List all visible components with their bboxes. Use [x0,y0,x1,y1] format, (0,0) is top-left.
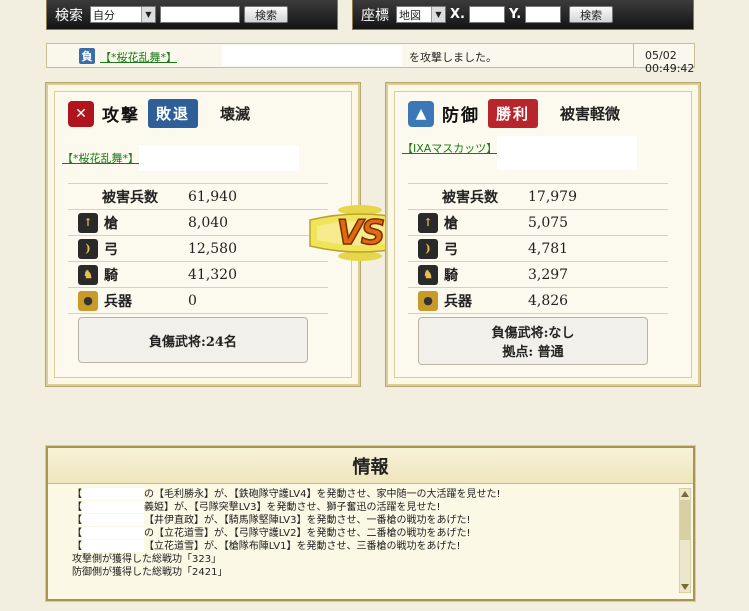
attacker-wounded: 負傷武将:24名 [149,334,237,350]
coord-search-button[interactable]: 検索 [569,6,614,23]
attacker-alliance-link[interactable]: 【*桜花乱舞*】 [62,150,139,166]
redacted-name [82,527,144,539]
info-line: 【義姫】が、【弓隊突撃LV3】を発動させ、獅子奮迅の活躍を見せた! [72,501,441,513]
unit-row-cavalry: ♞ 騎 3,297 [408,262,668,288]
info-body: 【の【毛利勝永】が、【鉄砲隊守護LV4】を発動させ、家中随一の大活躍を見せた! … [72,488,685,595]
attacker-merit: 攻撃側が獲得した総戦功「323」 [72,554,222,565]
attacker-result: 壊滅 [220,105,251,123]
coordinate-bar: 座標 地図 ▼ X. Y. 検索 [352,0,694,30]
search-input[interactable] [160,6,240,23]
defender-header: ▲ 防御 勝利 被害軽微 [408,99,620,128]
siege-weapon-icon: ● [418,290,438,311]
spear-icon: ↑ [418,212,438,233]
crossed-swords-icon: ✕ [68,100,94,127]
unit-row-bow: ) 弓 12,580 [68,236,328,262]
casualties-label: 被害兵数 [442,189,498,206]
defender-result: 被害軽微 [560,105,621,123]
horse-icon: ♞ [78,264,98,285]
defender-alliance-link[interactable]: 【IXAマスカッツ】 [402,140,497,156]
casualties-value: 17,979 [528,188,577,205]
attacker-alliance-link[interactable]: 【*桜花乱舞*】 [100,49,177,65]
defender-wounded-box: 負傷武将:なし 拠点: 普通 [418,317,648,365]
unit-row-cavalry: ♞ 騎 41,320 [68,262,328,288]
redacted-name [82,540,144,552]
defender-base-status: 拠点: 普通 [502,345,564,360]
casualties-label: 被害兵数 [102,189,158,206]
redacted-name [82,514,144,526]
horse-icon: ♞ [418,264,438,285]
log-message: を攻撃しました。 [409,51,497,64]
unit-row-spear: ↑ 槍 5,075 [408,210,668,236]
redacted-name [222,45,402,66]
info-line: 【の【毛利勝永】が、【鉄砲隊守護LV4】を発動させ、家中随一の大活躍を見せた! [72,488,501,500]
vs-label: VS [336,212,386,254]
defender-stats: 被害兵数 17,979 ↑ 槍 5,075 ) 弓 4,781 ♞ 騎 3,297 ●… [408,183,668,314]
chevron-down-icon: ▼ [431,7,445,22]
attacker-wounded-box: 負傷武将:24名 [78,317,308,363]
info-line: 【【井伊直政】が、【騎馬隊堅陣LV3】を発動させ、一番槍の戦功をあげた! [72,514,471,526]
siege-weapon-icon: ● [78,290,98,311]
casualties-row: 被害兵数 17,979 [408,184,668,210]
defender-panel: ▲ 防御 勝利 被害軽微 【IXAマスカッツ】 被害兵数 17,979 ↑ 槍 5… [385,82,701,387]
info-panel: 情報 【の【毛利勝永】が、【鉄砲隊守護LV4】を発動させ、家中随一の大活躍を見せ… [45,445,696,602]
attacker-name-row: 【*桜花乱舞*】 [62,145,299,171]
defeat-badge: 負 [79,48,95,64]
search-scope-select[interactable]: 自分 ▼ [90,6,156,23]
unit-row-siege: ● 兵器 0 [68,288,328,314]
attacker-stats: 被害兵数 61,940 ↑ 槍 8,040 ) 弓 12,580 ♞ 騎 41,320… [68,183,328,314]
search-label: 検索 [55,7,83,24]
x-coordinate-input[interactable] [468,6,505,23]
info-title: 情報 [48,448,693,484]
defender-merit: 防御側が獲得した総戦功「2421」 [72,567,228,578]
casualties-row: 被害兵数 61,940 [68,184,328,210]
redacted-name [82,501,144,513]
helmet-icon: ▲ [408,100,434,127]
scrollbar[interactable] [679,488,691,593]
unit-row-spear: ↑ 槍 8,040 [68,210,328,236]
defender-name-row: 【IXAマスカッツ】 [402,135,638,170]
attacker-role: 攻撃 [102,106,140,126]
redacted-name [82,488,144,500]
y-coordinate-input[interactable] [525,6,562,23]
redacted-name [139,145,299,171]
spear-icon: ↑ [78,212,98,233]
search-bar: 検索 自分 ▼ 検索 [46,0,338,30]
bow-icon: ) [418,238,438,259]
unit-row-siege: ● 兵器 4,826 [408,288,668,314]
log-timestamp: 05/02 00:49:42 [645,49,695,75]
battle-log-line: 負 【*桜花乱舞*】 を攻撃しました。 05/02 00:49:42 [46,43,695,75]
info-line: 【の【立花道雪】が、【弓隊守護LV2】を発動させ、二番槍の戦功をあげた! [72,527,471,539]
map-select[interactable]: 地図 ▼ [396,6,446,23]
attacker-header: ✕ 攻撃 敗退 壊滅 [68,99,250,128]
x-label: X. [450,7,465,22]
coord-label: 座標 [361,7,389,24]
search-button[interactable]: 検索 [244,6,288,23]
defender-outcome-badge: 勝利 [488,99,539,128]
redacted-name [497,136,638,170]
defender-wounded: 負傷武将:なし [491,326,575,341]
chevron-down-icon: ▼ [141,7,155,22]
bow-icon: ) [78,238,98,259]
unit-row-bow: ) 弓 4,781 [408,236,668,262]
info-line: 【【立花道雪】が、【槍隊布陣LV1】を発動させ、三番槍の戦功をあげた! [72,540,461,552]
attacker-outcome-badge: 敗退 [148,99,199,128]
y-label: Y. [508,7,522,22]
casualties-value: 61,940 [188,188,237,205]
divider [633,44,634,67]
defender-role: 防御 [442,106,480,126]
